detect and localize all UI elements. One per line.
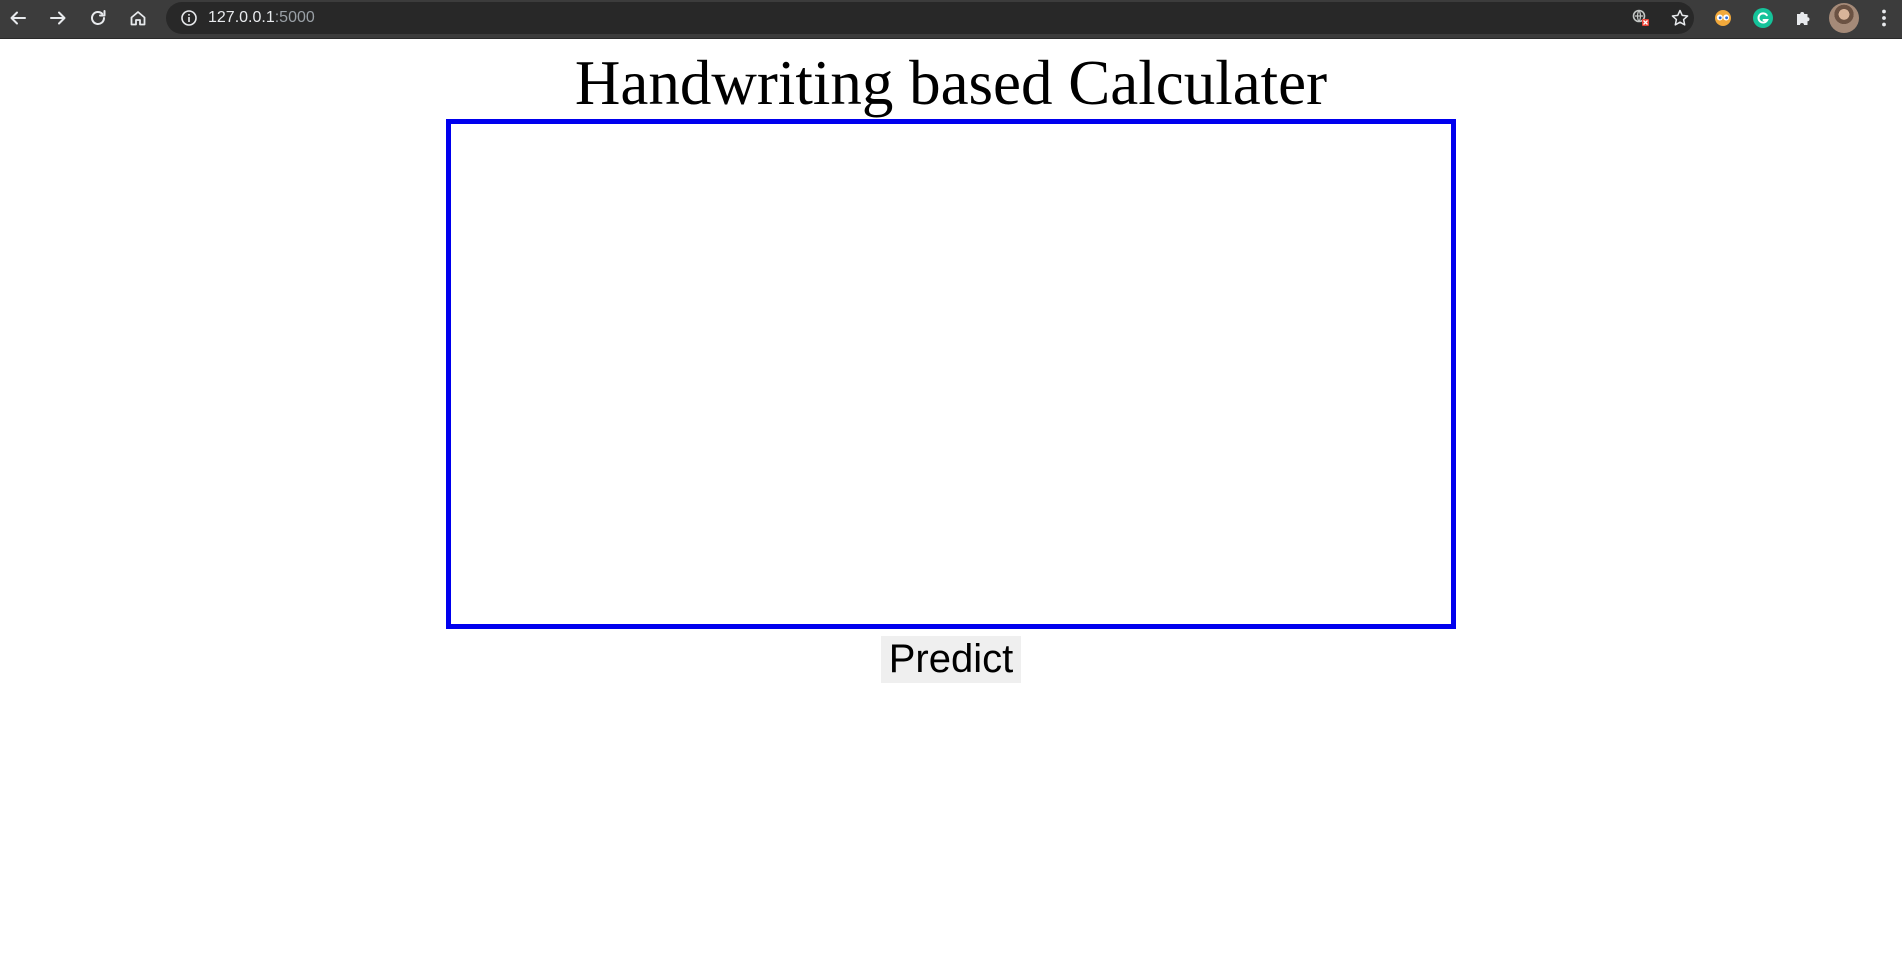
arrow-right-icon [50,11,66,25]
grammarly-icon[interactable] [1749,4,1777,32]
forward-button[interactable] [43,3,73,33]
avatar[interactable] [1829,3,1859,33]
kebab-menu-icon[interactable] [1873,4,1895,32]
reload-button[interactable] [83,3,113,33]
arrow-left-icon [10,11,26,25]
drawing-canvas[interactable] [446,119,1456,629]
url-port: :5000 [274,9,315,26]
home-button[interactable] [123,3,153,33]
url-host: 127.0.0.1 [208,9,275,26]
home-icon [130,11,146,26]
eyes-extension-icon[interactable] [1709,4,1737,32]
star-icon[interactable] [1669,7,1691,29]
predict-button[interactable]: Predict [881,636,1021,683]
address-bar[interactable]: 127.0.0.1:5000 [166,2,1694,34]
info-icon[interactable] [180,9,198,27]
browser-toolbar: 127.0.0.1:5000 [0,0,1902,39]
reload-icon [91,10,106,25]
page-title: Handwriting based Calculater [574,48,1328,118]
translate-blocked-icon[interactable] [1630,7,1652,29]
puzzle-icon[interactable] [1789,4,1817,32]
back-button[interactable] [3,3,33,33]
url-text[interactable]: 127.0.0.1:5000 [208,8,315,28]
